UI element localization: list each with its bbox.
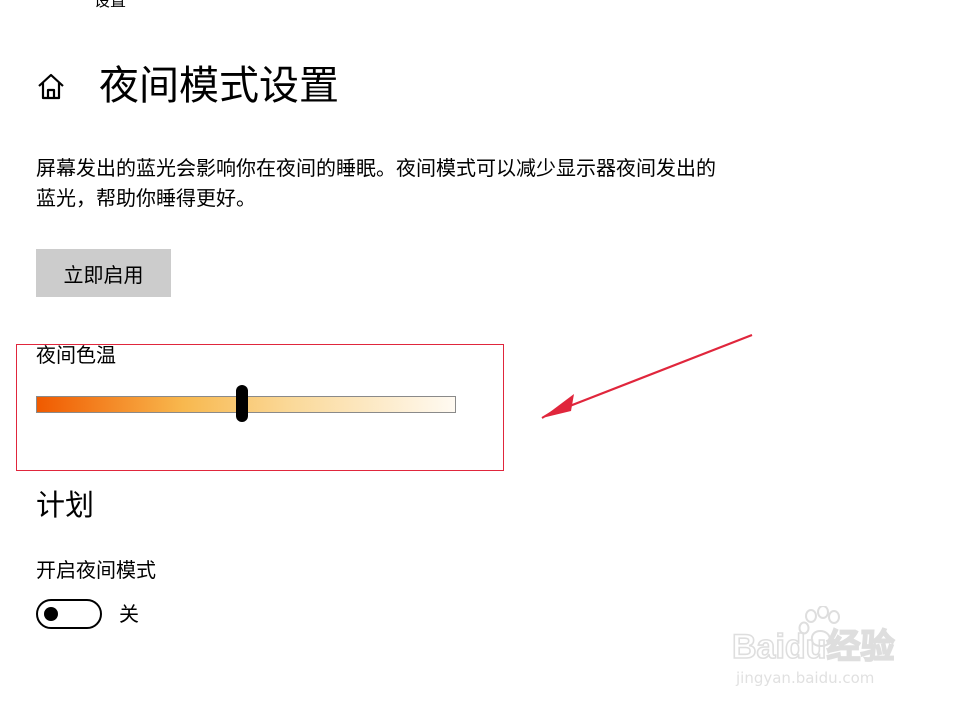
app-title: 设置 xyxy=(94,0,127,10)
color-temperature-label: 夜间色温 xyxy=(36,343,116,367)
color-temperature-slider-thumb[interactable] xyxy=(235,385,248,422)
watermark-url: jingyan.baidu.com xyxy=(736,669,875,687)
night-mode-schedule-label: 开启夜间模式 xyxy=(36,558,156,582)
watermark-logo-text: Baidu经验 xyxy=(732,627,894,666)
toggle-state-label: 关 xyxy=(119,602,139,626)
schedule-heading: 计划 xyxy=(36,488,95,522)
night-mode-schedule-toggle[interactable] xyxy=(36,599,102,629)
baidu-watermark: Baidu经验 jingyan.baidu.com xyxy=(730,606,910,690)
back-arrow-icon[interactable] xyxy=(26,0,48,10)
enable-now-button[interactable]: 立即启用 xyxy=(36,249,171,297)
page-description: 屏幕发出的蓝光会影响你在夜间的睡眠。夜间模式可以减少显示器夜间发出的蓝光，帮助你… xyxy=(36,156,716,210)
annotation-arrow-icon xyxy=(541,333,753,419)
baidu-jingyan-logo: Baidu经验 xyxy=(731,606,895,667)
page-title: 夜间模式设置 xyxy=(99,63,339,109)
color-temperature-slider[interactable] xyxy=(36,385,456,425)
home-icon[interactable] xyxy=(36,71,66,101)
toggle-knob xyxy=(44,607,58,621)
